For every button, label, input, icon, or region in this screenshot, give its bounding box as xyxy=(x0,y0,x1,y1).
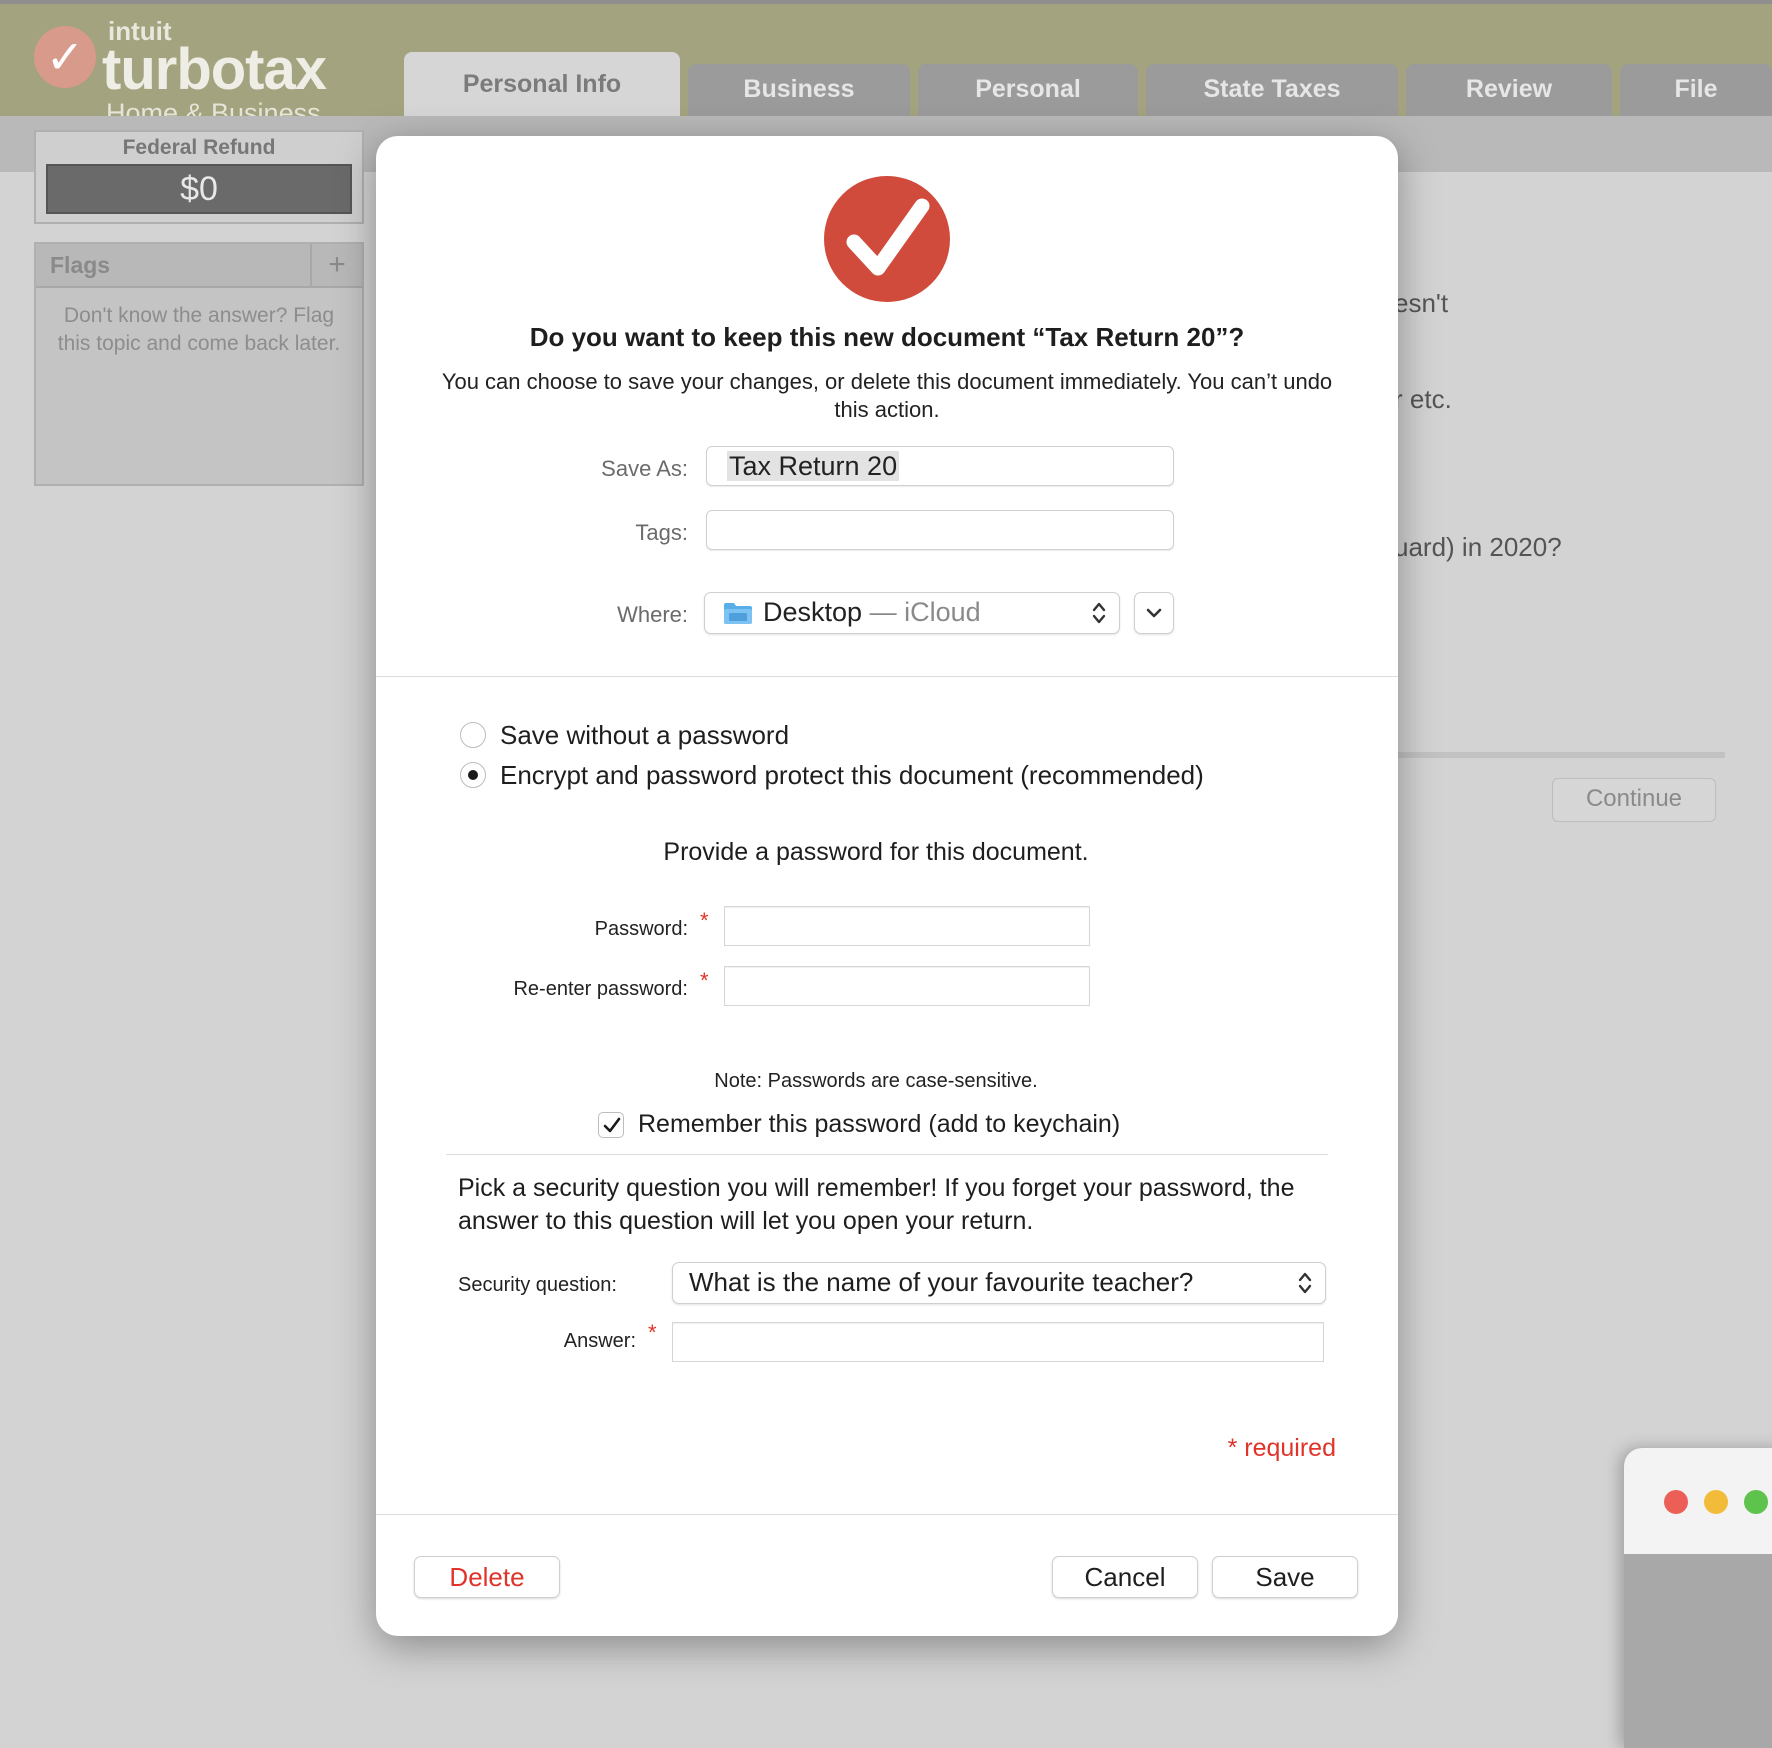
background-text-fragment: uard) in 2020? xyxy=(1394,532,1562,562)
folder-icon xyxy=(724,603,752,624)
encrypt-document-label[interactable]: Encrypt and password protect this docume… xyxy=(500,760,1204,791)
app-header: ✓ intuit turbotax Home & Business Person… xyxy=(0,0,1772,128)
close-window-icon[interactable] xyxy=(1664,1490,1688,1514)
tab-review[interactable]: Review xyxy=(1406,64,1612,120)
save-without-password-radio[interactable] xyxy=(460,722,486,748)
window-titlebar xyxy=(1624,1448,1772,1554)
reenter-password-label: Re-enter password: xyxy=(513,978,688,1000)
flags-help-text: Don't know the answer? Flag this topic a… xyxy=(57,304,341,355)
background-text-fragment: esn't xyxy=(1394,288,1449,318)
refund-label: Federal Refund xyxy=(122,136,276,159)
logo-product: turbotax xyxy=(102,37,327,102)
answer-label: Answer: xyxy=(563,1330,636,1352)
section-divider xyxy=(446,1154,1328,1155)
flags-title: Flags xyxy=(50,252,111,278)
tab-personal[interactable]: Personal xyxy=(918,64,1138,120)
reenter-password-field[interactable] xyxy=(724,966,1090,1006)
tab-state-taxes[interactable]: State Taxes xyxy=(1146,64,1398,120)
continue-button[interactable]: Continue xyxy=(1552,778,1716,822)
remember-password-label[interactable]: Remember this password (add to keychain) xyxy=(638,1110,1120,1139)
turbotax-logo: ✓ intuit turbotax Home & Business xyxy=(34,16,354,128)
required-asterisk: * xyxy=(700,968,709,993)
cancel-button[interactable]: Cancel xyxy=(1052,1556,1198,1598)
footer-divider xyxy=(376,1514,1398,1515)
where-label: Where: xyxy=(617,602,688,627)
background-window xyxy=(1624,1448,1772,1748)
section-divider xyxy=(376,676,1398,677)
tags-label: Tags: xyxy=(635,520,688,545)
turbotax-check-icon xyxy=(824,176,950,302)
save-as-field[interactable]: Tax Return 20 xyxy=(706,446,1174,486)
required-asterisk: * xyxy=(648,1320,657,1345)
refund-amount: $0 xyxy=(46,164,352,214)
security-question-popup[interactable]: What is the name of your favourite teach… xyxy=(672,1262,1326,1304)
save-document-dialog: Do you want to keep this new document “T… xyxy=(376,136,1398,1636)
answer-field[interactable] xyxy=(672,1322,1324,1362)
chevron-down-icon xyxy=(1146,608,1162,618)
dialog-title: Do you want to keep this new document “T… xyxy=(529,322,1245,352)
up-down-chevron-icon xyxy=(1298,1272,1312,1294)
where-location-text: Desktop — iCloud xyxy=(763,597,981,627)
save-button[interactable]: Save xyxy=(1212,1556,1358,1598)
required-legend: * required xyxy=(1227,1434,1336,1462)
background-text-fragment: r etc. xyxy=(1394,384,1452,414)
flags-header: Flags + xyxy=(36,244,362,288)
save-as-value: Tax Return 20 xyxy=(727,451,900,481)
password-field[interactable] xyxy=(724,906,1090,946)
delete-button[interactable]: Delete xyxy=(414,1556,560,1598)
save-as-label: Save As: xyxy=(601,456,688,481)
where-location-popup[interactable]: Desktop — iCloud xyxy=(704,592,1120,634)
password-label: Password: xyxy=(594,918,688,940)
required-asterisk: * xyxy=(700,908,709,933)
security-question-intro: Pick a security question you will rememb… xyxy=(458,1174,1295,1235)
tab-personal-info[interactable]: Personal Info xyxy=(404,52,680,120)
federal-refund-panel: Federal Refund $0 xyxy=(34,130,364,224)
tags-field[interactable] xyxy=(706,510,1174,550)
case-sensitive-note: Note: Passwords are case-sensitive. xyxy=(714,1070,1038,1092)
expand-save-panel-button[interactable] xyxy=(1134,592,1174,634)
checkmark-icon xyxy=(603,1117,621,1133)
minimize-window-icon[interactable] xyxy=(1704,1490,1728,1514)
security-question-value: What is the name of your favourite teach… xyxy=(689,1267,1194,1297)
password-prompt: Provide a password for this document. xyxy=(663,838,1089,866)
save-without-password-label[interactable]: Save without a password xyxy=(500,720,789,751)
tab-file[interactable]: File xyxy=(1620,64,1772,120)
remember-password-checkbox[interactable] xyxy=(598,1112,624,1138)
dialog-description: You can choose to save your changes, or … xyxy=(441,369,1333,422)
security-question-label: Security question: xyxy=(458,1274,617,1296)
tab-business[interactable]: Business xyxy=(688,64,910,120)
zoom-window-icon[interactable] xyxy=(1744,1490,1768,1514)
background-divider xyxy=(1390,752,1725,758)
up-down-chevron-icon xyxy=(1092,602,1106,624)
checkmark-logo-icon: ✓ xyxy=(34,26,96,88)
add-flag-icon[interactable]: + xyxy=(310,244,362,286)
encrypt-document-radio[interactable] xyxy=(460,762,486,788)
flags-panel: Flags + Don't know the answer? Flag this… xyxy=(34,242,364,486)
